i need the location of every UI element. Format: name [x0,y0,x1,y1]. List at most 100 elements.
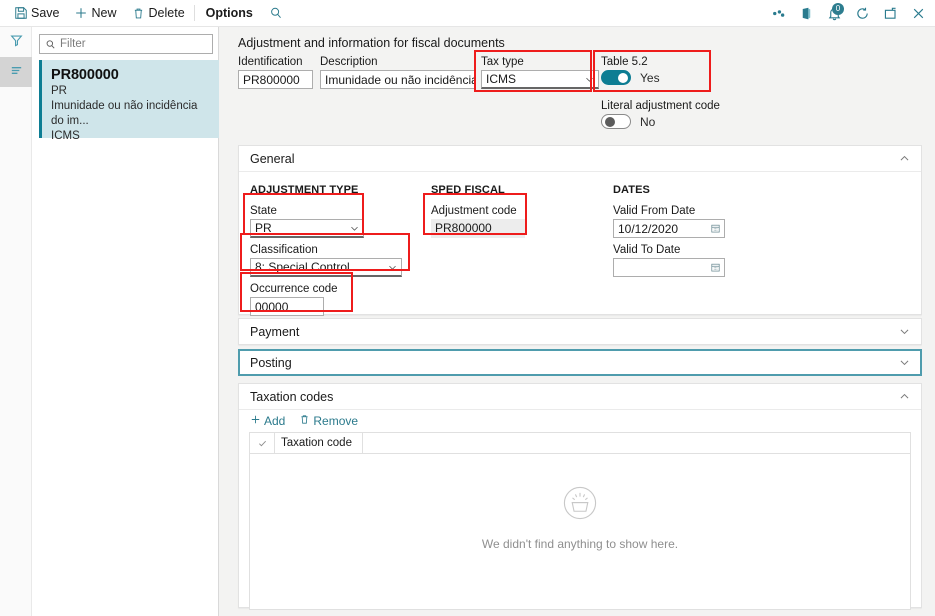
notifications-badge: 0 [832,2,844,15]
classification-combobox[interactable]: 8: Special Control [250,258,402,277]
empty-basket-icon [558,481,602,528]
notifications-icon[interactable]: 0 [821,1,847,27]
save-button[interactable]: Save [6,0,67,27]
description-label: Description [320,56,378,68]
table-52-toggle[interactable] [601,70,631,85]
office-app-icon[interactable] [793,1,819,27]
options-button[interactable]: Options [197,0,262,27]
content-scroll-gutter[interactable] [922,27,935,616]
adjustment-code-value: PR800000 [431,219,525,238]
app-window: Save New Delete Options 0 Filter PR80000… [0,0,935,616]
save-disk-icon [13,6,28,21]
share-icon[interactable] [765,1,791,27]
literal-adjustment-code-label: Literal adjustment code [601,100,720,112]
valid-to-date-label: Valid To Date [613,244,681,256]
adjustment-type-heading: ADJUSTMENT TYPE [250,184,359,196]
list-item-description: Imunidade ou não incidência do im... [51,100,198,127]
table-52-state: Yes [640,70,660,85]
literal-adjustment-code-toggle[interactable] [601,114,631,129]
section-taxation-codes: Taxation codes Add Remove Taxation code … [238,383,922,610]
state-value: PR [255,221,272,235]
search-button[interactable] [262,0,291,27]
state-label: State [250,205,277,217]
chevron-down-icon [584,74,595,85]
identification-input[interactable]: PR800000 [238,70,313,89]
toggle-knob [618,72,628,83]
filter-input[interactable]: Filter [39,34,213,54]
literal-adjustment-code-state: No [640,114,656,129]
occurrence-code-input[interactable]: 00000 [250,297,324,316]
list-item-title: PR800000 [51,67,119,83]
remove-taxation-code-button[interactable]: Remove [299,414,358,428]
grid-toolbar: Add Remove [239,410,921,432]
chevron-down-icon[interactable] [898,356,911,369]
left-rail [0,27,32,616]
valid-to-date-input[interactable] [613,258,725,277]
adjustment-code-label: Adjustment code [431,205,517,217]
remove-button-label: Remove [313,414,359,428]
command-bar: Save New Delete Options 0 [0,0,935,27]
classification-field: Classification 8: Special Control [250,244,402,277]
tax-type-combobox[interactable]: ICMS [481,70,599,89]
command-bar-right: 0 [765,0,931,27]
list-pane: Filter PR800000 PR Imunidade ou não inci… [32,27,220,616]
tax-type-value: ICMS [486,72,516,86]
section-posting-header[interactable]: Posting [239,350,921,375]
calendar-icon[interactable] [710,262,721,273]
tax-type-label: Tax type [481,56,524,68]
table-52-toggle-row: Yes [601,70,726,85]
close-icon[interactable] [905,1,931,27]
search-icon [269,6,284,21]
add-taxation-code-button[interactable]: Add [250,414,285,428]
list-item[interactable]: PR800000 PR Imunidade ou não incidência … [39,60,220,142]
rail-filter-button[interactable] [0,27,32,57]
plus-icon [74,6,89,21]
new-button[interactable]: New [67,0,124,27]
plus-icon [250,414,261,428]
valid-from-date-input[interactable]: 10/12/2020 [613,219,725,238]
valid-to-date-field: Valid To Date [613,244,725,277]
list-item-tax-type: ICMS [51,130,80,142]
trash-icon [299,414,310,428]
search-icon [45,39,56,50]
classification-value: 8: Special Control [255,260,350,274]
adjustment-code-field: Adjustment code PR800000 [431,205,525,238]
section-posting-title: Posting [250,355,292,370]
sped-fiscal-heading: SPED FISCAL [431,184,505,196]
identification-label: Identification [238,56,303,68]
description-field: Description Imunidade ou não incidência.… [320,56,475,89]
toggle-knob [605,116,615,127]
valid-from-date-label: Valid From Date [613,205,696,217]
section-taxation-codes-header[interactable]: Taxation codes [239,384,921,409]
grid-header-row: Taxation code [250,433,910,454]
state-combobox[interactable]: PR [250,219,364,238]
section-general-title: General [250,151,295,166]
rail-list-button[interactable] [0,57,32,87]
chevron-down-icon [349,223,360,234]
list-item-state: PR [51,85,67,97]
description-input[interactable]: Imunidade ou não incidência... [320,70,475,89]
literal-adjustment-code-toggle-row: No [601,114,751,129]
dates-heading: DATES [613,184,650,196]
section-taxation-codes-title: Taxation codes [250,389,334,404]
grid-empty-state: We didn't find anything to show here. [250,481,910,551]
section-payment-header[interactable]: Payment [239,319,921,344]
section-payment: Payment [238,318,922,345]
new-button-label: New [91,6,117,20]
chevron-up-icon[interactable] [898,390,911,403]
grid-column-taxation-code[interactable]: Taxation code [275,433,363,453]
delete-button[interactable]: Delete [124,0,192,27]
calendar-icon[interactable] [710,223,721,234]
add-button-label: Add [264,414,286,428]
classification-label: Classification [250,244,318,256]
select-all-checkbox[interactable] [250,433,275,453]
refresh-icon[interactable] [849,1,875,27]
delete-button-label: Delete [148,6,185,20]
section-payment-title: Payment [250,324,300,339]
chevron-down-icon [387,262,398,273]
popout-icon[interactable] [877,1,903,27]
save-button-label: Save [31,6,60,20]
chevron-down-icon[interactable] [898,325,911,338]
chevron-up-icon[interactable] [898,152,911,165]
section-general-header[interactable]: General [239,146,921,171]
